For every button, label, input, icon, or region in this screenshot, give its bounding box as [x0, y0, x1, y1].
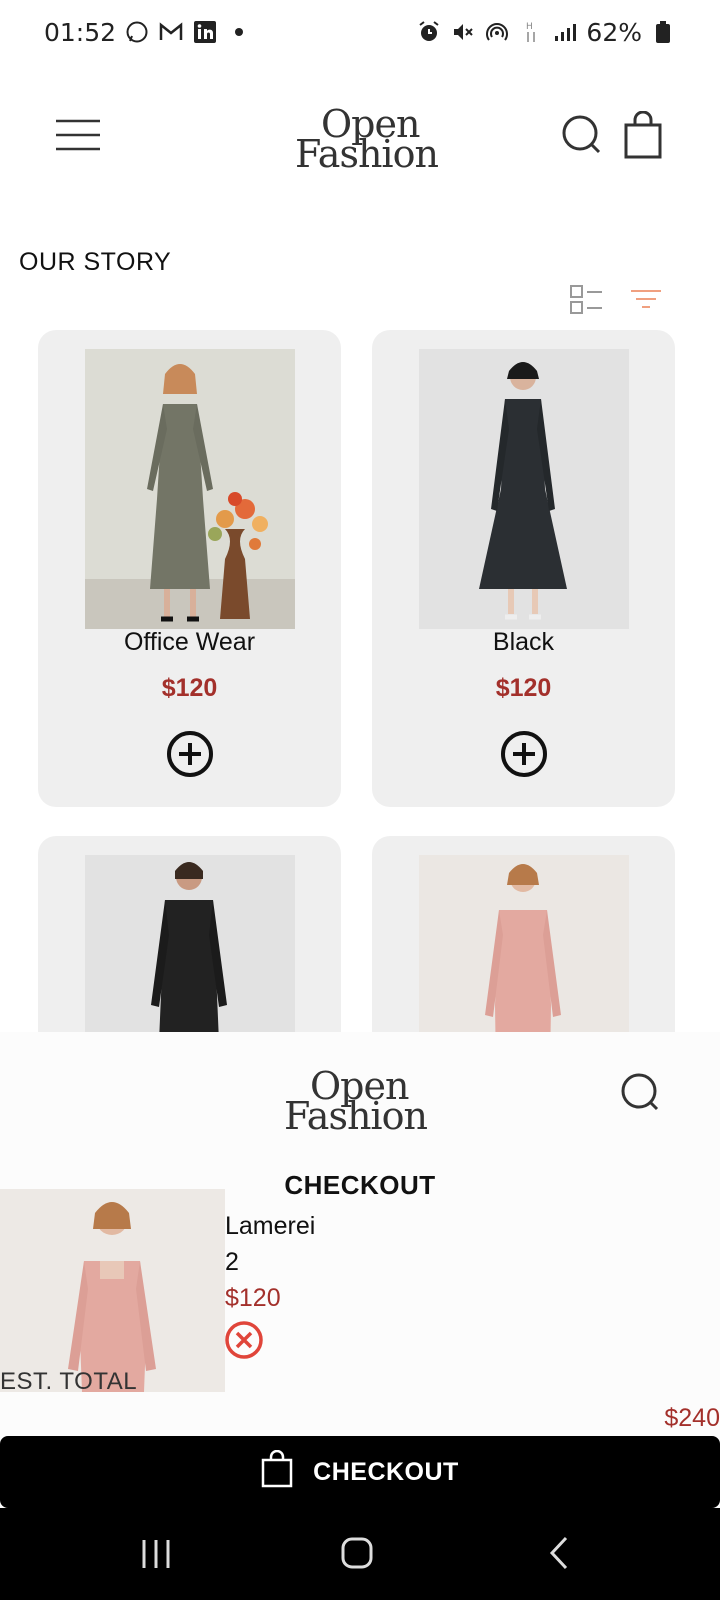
- cart-item-price: $120: [225, 1284, 281, 1312]
- signal-icon: [552, 19, 578, 45]
- shopping-bag-icon[interactable]: [622, 110, 664, 159]
- status-left: 01:52: [44, 18, 252, 47]
- product-card[interactable]: [38, 836, 341, 1032]
- battery-icon: [650, 19, 676, 45]
- linkedin-icon: [192, 19, 218, 45]
- est-total-value: $240: [664, 1404, 720, 1432]
- logo-line2: Fashion: [284, 1094, 428, 1138]
- add-to-cart-icon[interactable]: [166, 730, 214, 778]
- est-total-label: EST. TOTAL: [0, 1368, 138, 1395]
- hotspot-icon: [484, 19, 510, 45]
- product-price: $120: [495, 674, 552, 702]
- logo-line2: Fashion: [295, 132, 439, 176]
- gmail-icon: [158, 19, 184, 45]
- home-icon[interactable]: [328, 1534, 388, 1574]
- product-price: $120: [161, 674, 218, 702]
- remove-item-icon[interactable]: [224, 1320, 264, 1360]
- dot-icon: [226, 19, 252, 45]
- product-image: [419, 349, 629, 629]
- product-image: [419, 855, 629, 1032]
- product-card[interactable]: Black $120: [372, 330, 675, 807]
- back-icon[interactable]: [530, 1534, 590, 1574]
- status-right: H 62%: [416, 18, 676, 47]
- product-image: [85, 855, 295, 1032]
- status-bar: 01:52 H 62%: [0, 0, 720, 64]
- cart-item-image: [0, 1189, 225, 1392]
- product-name: Office Wear: [123, 628, 256, 656]
- checkout-button[interactable]: CHECKOUT: [0, 1436, 720, 1508]
- cart-item-quantity: 2: [225, 1248, 239, 1276]
- search-icon[interactable]: [560, 113, 606, 159]
- cart-item-name: Lamerei: [225, 1212, 316, 1240]
- battery-percent: 62%: [586, 17, 642, 47]
- open-fashion-logo[interactable]: Open Fashion: [295, 105, 455, 176]
- svg-text:H: H: [526, 22, 533, 32]
- checkout-logo[interactable]: Open Fashion: [284, 1067, 444, 1138]
- section-title: OUR STORY: [19, 248, 172, 276]
- recent-apps-icon[interactable]: [126, 1534, 186, 1574]
- checkout-button-label: CHECKOUT: [313, 1457, 459, 1486]
- shopping-bag-icon: [261, 1449, 293, 1495]
- product-name: Black: [492, 628, 555, 656]
- product-card[interactable]: [372, 836, 675, 1032]
- add-to-cart-icon[interactable]: [500, 730, 548, 778]
- alarm-icon: [416, 19, 442, 45]
- product-image: [85, 349, 295, 629]
- menu-icon[interactable]: [54, 117, 102, 153]
- mute-icon: [450, 19, 476, 45]
- system-nav-bar: [0, 1508, 720, 1600]
- whatsapp-icon: [124, 19, 150, 45]
- product-card[interactable]: Office Wear $120: [38, 330, 341, 807]
- app-header: Open Fashion: [0, 95, 720, 185]
- filter-icon[interactable]: [630, 288, 662, 312]
- product-grid: Office Wear $120 Black $120: [0, 330, 720, 1032]
- status-time: 01:52: [44, 17, 117, 47]
- list-view-icon[interactable]: [570, 284, 604, 316]
- data-icon: H: [518, 19, 544, 45]
- search-icon[interactable]: [620, 1072, 664, 1116]
